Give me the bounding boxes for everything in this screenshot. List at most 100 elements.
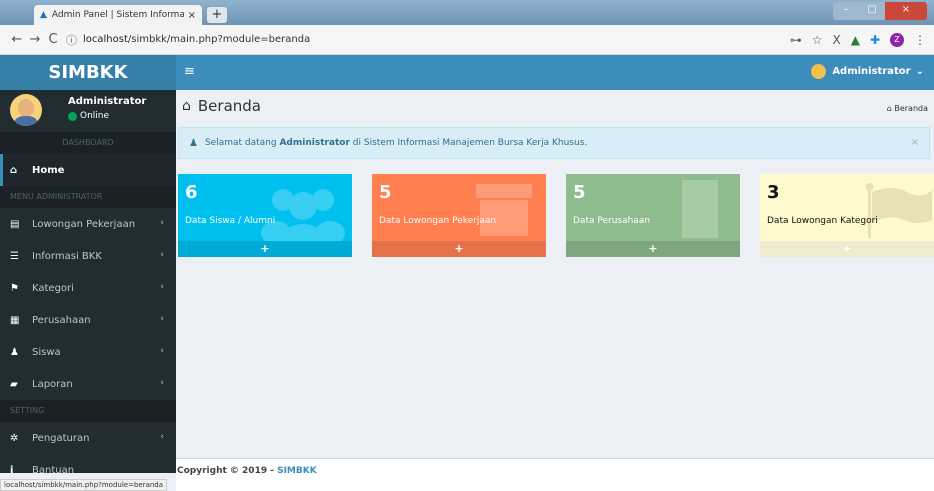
chevron-left-icon: ‹ — [160, 378, 164, 388]
sidebar-item-informasi-bkk[interactable]: ☰ Informasi BKK ‹ — [0, 240, 176, 272]
home-icon: ⌂ — [182, 98, 191, 114]
chevron-left-icon: ‹ — [160, 346, 164, 356]
address-bar[interactable]: ⓘ localhost/simbkk/main.php?module=beran… — [66, 29, 782, 51]
home-icon: ⌂ — [886, 104, 892, 113]
browser-menu-icon[interactable]: ⋮ — [914, 33, 926, 47]
sidebar-item-label: Pengaturan — [32, 432, 90, 444]
stat-more-button[interactable]: + — [566, 241, 740, 257]
sidebar-item-label: Perusahaan — [32, 314, 91, 326]
back-arrow-icon[interactable]: ← — [8, 32, 26, 47]
sidebar-item-pengaturan[interactable]: ✲ Pengaturan ‹ — [0, 422, 176, 454]
extension-puzzle-icon[interactable]: ✚ — [870, 33, 880, 47]
stat-box-lowongan: 5 Data Lowongan Pekerjaan + — [372, 174, 546, 257]
sidebar-item-kategori[interactable]: ⚑ Kategori ‹ — [0, 272, 176, 304]
user-avatar — [811, 64, 827, 79]
sidebar-item-label: Kategori — [32, 282, 74, 294]
alert-close-icon[interactable]: × — [911, 137, 919, 148]
user-icon: ♟ — [10, 346, 19, 358]
stat-box-kategori: 3 Data Lowongan Kategori + — [760, 174, 934, 257]
building-icon: ▦ — [10, 314, 20, 326]
app-logo[interactable]: SIMBKK — [0, 55, 176, 90]
welcome-alert: ♟ Selamat datang Administrator di Sistem… — [178, 127, 930, 159]
sidebar-item-perusahaan[interactable]: ▦ Perusahaan ‹ — [0, 304, 176, 336]
list-icon: ☰ — [10, 250, 19, 262]
profile-avatar[interactable]: Z — [890, 32, 904, 47]
url-path: /simbkk/main.php?module=beranda — [127, 34, 311, 45]
sidebar-item-label: Siswa — [32, 346, 61, 358]
stat-value: 3 — [767, 182, 780, 203]
sidebar-item-laporan[interactable]: ▰ Laporan ‹ — [0, 368, 176, 400]
section-setting: SETTING — [0, 400, 176, 422]
user-panel-name: Administrator — [68, 96, 147, 107]
alert-text: Selamat datang Administrator di Sistem I… — [204, 138, 588, 148]
extensions-bar: ⊶ ☆ X ▲ ✚ Z ⋮ — [790, 32, 926, 47]
sidebar-item-siswa[interactable]: ♟ Siswa ‹ — [0, 336, 176, 368]
chevron-left-icon: ‹ — [160, 218, 164, 228]
sidebar-item-home[interactable]: ⌂ Home — [0, 154, 176, 186]
report-icon: ▰ — [10, 378, 18, 390]
sidebar-item-label: Bantuan — [32, 464, 75, 476]
stat-more-button[interactable]: + — [178, 241, 352, 257]
flag-icon — [865, 183, 932, 238]
user-icon: ♟ — [189, 137, 198, 149]
key-icon[interactable]: ⊶ — [790, 33, 802, 47]
chevron-left-icon: ‹ — [160, 314, 164, 324]
chevron-left-icon: ‹ — [160, 282, 164, 292]
browser-tab[interactable]: ▲ Admin Panel | Sistem Informasi B × — [34, 5, 202, 25]
window-close-button[interactable]: × — [885, 2, 927, 20]
archive-icon — [476, 184, 532, 236]
site-favicon-icon: ▲ — [40, 10, 47, 20]
stat-value: 5 — [379, 182, 392, 203]
sidebar-item-label: Informasi BKK — [32, 250, 102, 262]
section-menu-administrator: MENU ADMINISTRATOR — [0, 186, 176, 208]
user-menu-label: Administrator — [832, 66, 911, 77]
sidebar-item-label: Laporan — [32, 378, 73, 390]
page-footer: Copyright © 2019 - SIMBKK — [176, 458, 934, 491]
online-status-icon — [68, 111, 77, 121]
sidebar-item-label: Home — [32, 164, 65, 176]
main-content: ⌂ Beranda ⌂ Beranda ♟ Selamat datang Adm… — [176, 90, 934, 458]
stat-label: Data Perusahaan — [573, 216, 651, 226]
home-icon: ⌂ — [10, 164, 18, 176]
copyright: Copyright © 2019 - SIMBKK — [177, 466, 317, 476]
maximize-button[interactable]: □ — [859, 2, 885, 20]
user-menu[interactable]: Administrator ⌄ — [811, 64, 924, 79]
flag-icon: ⚑ — [10, 282, 19, 294]
avatar — [10, 94, 42, 126]
url-host: localhost — [83, 34, 128, 45]
new-tab-button[interactable]: + — [207, 7, 227, 23]
top-navbar: ≡ Administrator ⌄ — [176, 55, 934, 90]
bookmark-star-icon[interactable]: ☆ — [812, 33, 823, 47]
sidebar-item-lowongan-pekerjaan[interactable]: ▤ Lowongan Pekerjaan ‹ — [0, 208, 176, 240]
section-dashboard: DASHBOARD — [0, 132, 176, 154]
stat-more-button[interactable]: + — [372, 241, 546, 257]
stat-label: Data Lowongan Kategori — [767, 216, 878, 226]
chevron-left-icon: ‹ — [160, 250, 164, 260]
page-title-text: Beranda — [197, 97, 261, 115]
building-icon — [682, 180, 718, 238]
extension-x-icon[interactable]: X — [832, 33, 840, 47]
list-icon: ▤ — [10, 218, 20, 230]
footer-brand-link[interactable]: SIMBKK — [277, 466, 317, 476]
reload-icon[interactable]: C — [44, 32, 62, 47]
sidebar-toggle-icon[interactable]: ≡ — [184, 64, 195, 79]
chevron-down-icon: ⌄ — [915, 66, 924, 77]
tab-close-icon[interactable]: × — [188, 10, 196, 21]
page-title: ⌂ Beranda — [182, 97, 261, 115]
stat-label: Data Lowongan Pekerjaan — [379, 216, 497, 226]
tab-title: Admin Panel | Sistem Informasi B — [51, 10, 184, 20]
window-controls: – □ × — [833, 2, 927, 20]
sidebar: Administrator Online DASHBOARD ⌂ Home ME… — [0, 90, 176, 476]
extension-drive-icon[interactable]: ▲ — [851, 33, 860, 47]
minimize-button[interactable]: – — [833, 2, 859, 20]
sidebar-item-label: Lowongan Pekerjaan — [32, 218, 136, 230]
user-status-label: Online — [80, 111, 110, 121]
forward-arrow-icon[interactable]: → — [26, 32, 44, 47]
stat-more-button[interactable]: + — [760, 241, 934, 257]
breadcrumb[interactable]: ⌂ Beranda — [887, 104, 928, 113]
browser-toolbar: ← → C ⓘ localhost/simbkk/main.php?module… — [0, 25, 934, 55]
users-icon — [261, 189, 345, 248]
browser-tab-bar: ▲ Admin Panel | Sistem Informasi B × + –… — [0, 0, 934, 25]
gear-icon: ✲ — [10, 432, 19, 444]
site-info-icon[interactable]: ⓘ — [66, 32, 77, 48]
